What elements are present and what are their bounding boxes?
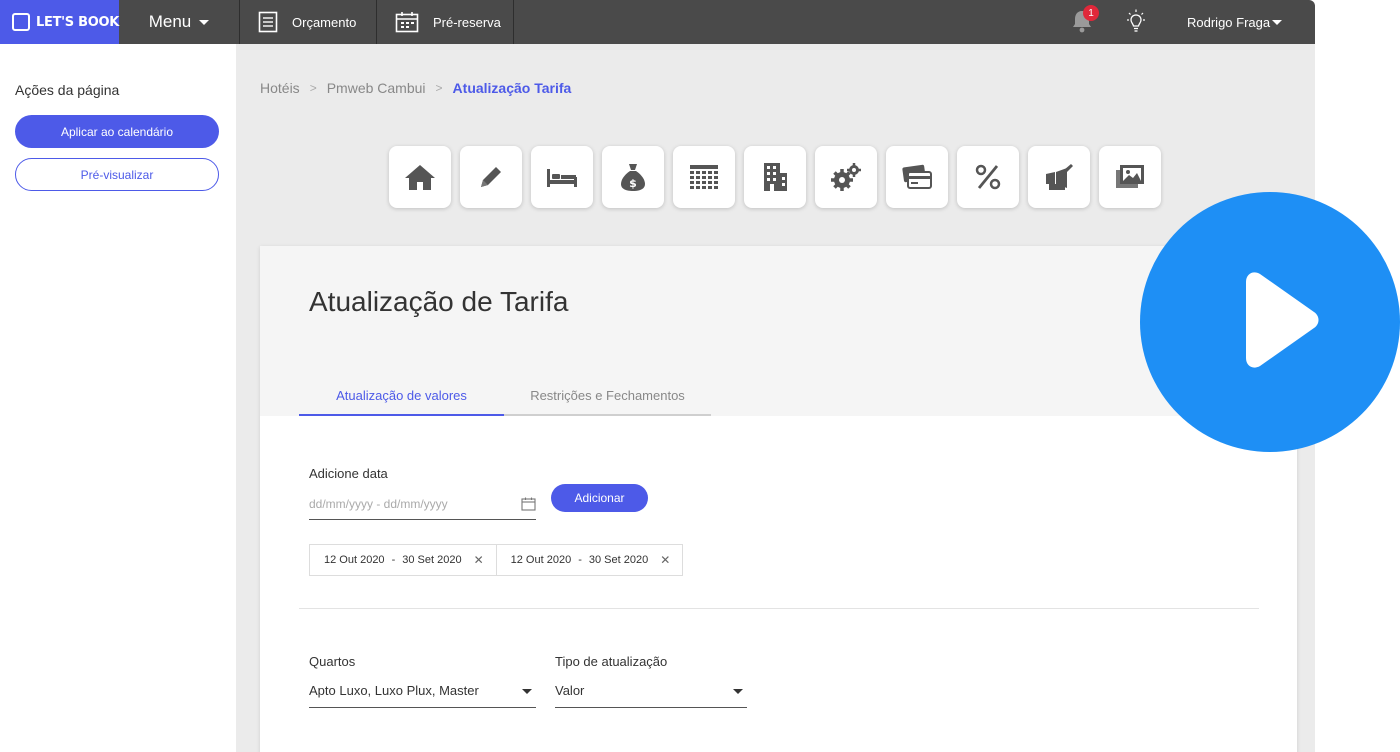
user-menu[interactable]: Rodrigo Fraga	[1187, 0, 1283, 44]
breadcrumb: Hotéis > Pmweb Cambui > Atualização Tari…	[260, 80, 571, 96]
document-icon	[258, 11, 278, 33]
building-icon	[764, 163, 787, 191]
money-bag-icon: $	[621, 164, 645, 191]
discounts-button[interactable]	[957, 146, 1019, 208]
marketing-icon	[1046, 164, 1073, 190]
page-title: Atualização de Tarifa	[309, 286, 569, 317]
bed-icon	[547, 169, 577, 187]
marketing-button[interactable]	[1028, 146, 1090, 208]
chip-start-date: 12 Out 2020	[510, 554, 572, 566]
update-type-label: Tipo de atualização	[555, 654, 668, 669]
nav-orcamento[interactable]: Orçamento	[240, 0, 377, 44]
grid-icon	[690, 165, 718, 189]
rates-button[interactable]: $	[602, 146, 664, 208]
date-range-placeholder: dd/mm/yyyy - dd/mm/yyyy	[309, 496, 448, 511]
date-range-chip: 12 Out 2020 - 30 Set 2020 ✕	[310, 545, 496, 575]
tab-restricoes-fechamentos[interactable]: Restrições e Fechamentos	[504, 376, 711, 416]
payments-button[interactable]	[886, 146, 948, 208]
icon-toolbar: $	[389, 146, 1161, 208]
date-range-chips: 12 Out 2020 - 30 Set 2020 ✕ 12 Out 2020 …	[309, 544, 684, 576]
grid-button[interactable]	[673, 146, 735, 208]
chevron-down-icon	[1272, 19, 1283, 25]
breadcrumb-current: Atualização Tarifa	[452, 80, 572, 96]
add-date-button[interactable]: Adicionar	[551, 484, 648, 512]
logo-text: LET'S BOOK	[36, 14, 119, 30]
logo-mark-icon	[12, 13, 30, 31]
rooms-label: Quartos	[309, 654, 356, 669]
chevron-down-icon	[733, 689, 743, 694]
chevron-right-icon: >	[309, 81, 317, 95]
calendar-icon[interactable]	[521, 497, 536, 511]
chip-end-date: 30 Set 2020	[402, 554, 462, 566]
chevron-right-icon: >	[435, 81, 443, 95]
svg-text:$: $	[629, 177, 637, 190]
pencil-icon	[481, 167, 501, 187]
lightbulb-icon[interactable]	[1124, 9, 1148, 35]
chip-end-date: 30 Set 2020	[588, 554, 649, 566]
notification-badge: 1	[1083, 5, 1099, 21]
top-bar: LET'S BOOK Menu Orçamento Pré-reserva 1 …	[0, 0, 1315, 44]
logo[interactable]: LET'S BOOK	[0, 0, 119, 44]
percent-icon	[975, 164, 1001, 190]
update-type-value: Valor	[555, 683, 585, 698]
image-icon	[1116, 165, 1144, 188]
nav-pre-reserva[interactable]: Pré-reserva	[377, 0, 514, 44]
menu-label: Menu	[148, 12, 192, 31]
breadcrumb-hoteis[interactable]: Hotéis	[260, 80, 300, 96]
chevron-down-icon	[199, 19, 210, 25]
date-range-chip: 12 Out 2020 - 30 Set 2020 ✕	[495, 545, 683, 575]
nav-pre-reserva-label: Pré-reserva	[433, 14, 501, 30]
app-window: LET'S BOOK Menu Orçamento Pré-reserva 1 …	[0, 0, 1315, 752]
sidebar: Ações da página Aplicar ao calendário Pr…	[0, 44, 236, 752]
edit-button[interactable]	[460, 146, 522, 208]
chevron-down-icon	[522, 689, 532, 694]
play-video-button[interactable]	[1140, 192, 1400, 452]
home-button[interactable]	[389, 146, 451, 208]
play-icon	[1246, 272, 1319, 368]
close-icon[interactable]: ✕	[660, 553, 670, 567]
credit-card-icon	[902, 164, 932, 189]
gears-icon	[831, 163, 861, 191]
date-label: Adicione data	[309, 466, 388, 481]
rooms-button[interactable]	[531, 146, 593, 208]
rooms-select[interactable]: Apto Luxo, Luxo Plux, Master	[309, 674, 536, 708]
breadcrumb-hotel[interactable]: Pmweb Cambui	[327, 80, 426, 96]
home-icon	[405, 165, 435, 190]
apply-to-calendar-button[interactable]: Aplicar ao calendário	[15, 115, 219, 148]
rooms-value: Apto Luxo, Luxo Plux, Master	[309, 683, 479, 698]
calendar-icon	[395, 12, 419, 33]
date-range-input[interactable]: dd/mm/yyyy - dd/mm/yyyy	[309, 488, 536, 520]
close-icon[interactable]: ✕	[474, 553, 484, 567]
section-divider	[299, 608, 1259, 609]
chip-separator: -	[578, 554, 582, 566]
hotel-button[interactable]	[744, 146, 806, 208]
tab-atualizacao-valores[interactable]: Atualização de valores	[299, 376, 504, 416]
settings-button[interactable]	[815, 146, 877, 208]
chip-separator: -	[391, 554, 396, 566]
preview-button[interactable]: Pré-visualizar	[15, 158, 219, 191]
nav-orcamento-label: Orçamento	[292, 14, 357, 30]
user-name: Rodrigo Fraga	[1187, 14, 1271, 30]
menu-button[interactable]: Menu	[119, 0, 240, 44]
sidebar-title: Ações da página	[15, 82, 120, 98]
update-type-select[interactable]: Valor	[555, 674, 747, 708]
chip-start-date: 12 Out 2020	[324, 554, 385, 566]
